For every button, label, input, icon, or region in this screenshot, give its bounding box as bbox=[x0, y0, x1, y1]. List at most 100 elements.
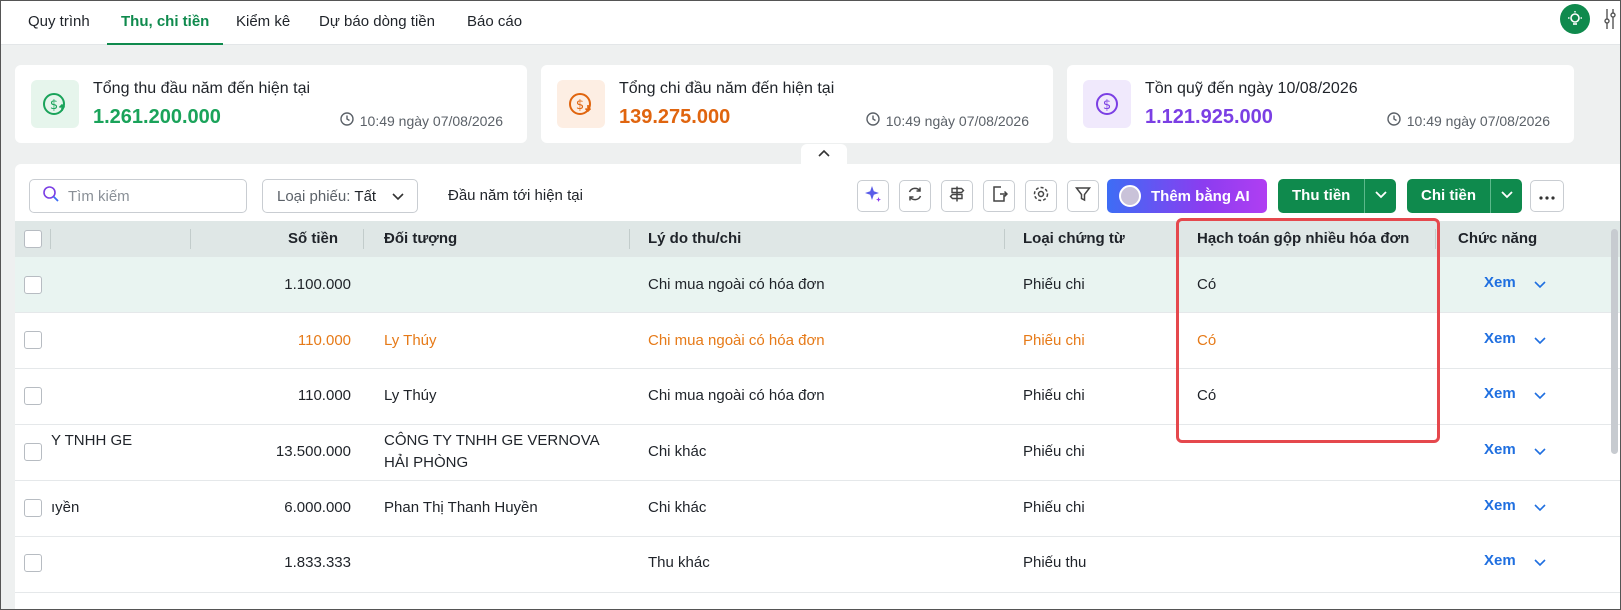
receive-money-button[interactable]: Thu tiền bbox=[1278, 179, 1365, 213]
select-all-checkbox[interactable] bbox=[24, 230, 42, 248]
filter-icon bbox=[1074, 185, 1092, 208]
pay-money-dropdown[interactable] bbox=[1490, 179, 1522, 213]
card-time-text: 10:49 ngày 07/08/2026 bbox=[885, 112, 1029, 129]
receipt-money-icon: $ bbox=[31, 80, 79, 128]
pay-money-split-button: Chi tiền bbox=[1407, 179, 1522, 213]
refresh-icon bbox=[906, 185, 924, 208]
card-amount: 1.121.925.000 bbox=[1145, 106, 1273, 128]
view-link[interactable]: Xem bbox=[1484, 441, 1516, 458]
pay-money-button[interactable]: Chi tiền bbox=[1407, 179, 1490, 213]
row-checkbox[interactable] bbox=[24, 554, 42, 572]
history-clock-icon[interactable] bbox=[339, 111, 355, 130]
chevron-down-icon[interactable] bbox=[1533, 388, 1547, 407]
chevron-down-icon[interactable] bbox=[1533, 444, 1547, 463]
voucher-type-dropdown[interactable]: Loại phiếu: Tất bbox=[262, 179, 418, 213]
row-reason: Chi khác bbox=[648, 499, 707, 516]
more-options-button[interactable] bbox=[1530, 180, 1564, 212]
header-doc-type[interactable]: Loại chứng từ bbox=[1023, 221, 1125, 257]
row-reason: Chi khác bbox=[648, 443, 707, 460]
tab-du-bao-dong-tien[interactable]: Dự báo dòng tiền bbox=[319, 1, 435, 45]
card-amount: 139.275.000 bbox=[619, 106, 731, 128]
table-row[interactable]: 110.000 Ly Thúy Chi mua ngoài có hóa đơn… bbox=[15, 369, 1620, 425]
row-checkbox[interactable] bbox=[24, 276, 42, 294]
signpost-button[interactable] bbox=[941, 180, 973, 212]
settings-button[interactable] bbox=[1025, 180, 1057, 212]
chevron-down-icon[interactable] bbox=[1533, 555, 1547, 574]
row-combined: Có bbox=[1197, 276, 1217, 293]
history-clock-icon[interactable] bbox=[865, 111, 881, 130]
row-object: Ly Thúy bbox=[384, 332, 437, 349]
export-button[interactable] bbox=[983, 180, 1015, 212]
ai-sparkle-button[interactable] bbox=[857, 180, 889, 212]
search-box[interactable] bbox=[29, 179, 247, 213]
tab-kiem-ke[interactable]: Kiểm kê bbox=[236, 1, 290, 45]
top-nav: Quy trình Thu, chi tiền Kiểm kê Dự báo d… bbox=[1, 1, 1620, 45]
chevron-up-icon bbox=[817, 145, 831, 163]
card-amount: 1.261.200.000 bbox=[93, 106, 221, 128]
tab-quy-trinh[interactable]: Quy trình bbox=[28, 1, 90, 45]
row-checkbox[interactable] bbox=[24, 331, 42, 349]
row-doc-type: Phiếu chi bbox=[1023, 443, 1085, 460]
view-link[interactable]: Xem bbox=[1484, 552, 1516, 569]
chevron-down-icon[interactable] bbox=[1533, 333, 1547, 352]
view-link[interactable]: Xem bbox=[1484, 330, 1516, 347]
search-input[interactable] bbox=[68, 187, 228, 205]
view-link[interactable]: Xem bbox=[1484, 497, 1516, 514]
row-object: CÔNG TY TNHH GE VERNOVA bbox=[384, 432, 600, 449]
vertical-scrollbar[interactable] bbox=[1611, 229, 1618, 454]
total-payments-card: $ Tổng chi đầu năm đến hiện tại 139.275.… bbox=[541, 65, 1053, 143]
refresh-button[interactable] bbox=[899, 180, 931, 212]
column-separator bbox=[363, 229, 364, 249]
column-separator bbox=[629, 229, 630, 249]
filter-button[interactable] bbox=[1067, 180, 1099, 212]
card-title: Tổng chi đầu năm đến hiện tại bbox=[619, 80, 835, 97]
row-checkbox[interactable] bbox=[24, 443, 42, 461]
row-doc-type: Phiếu chi bbox=[1023, 499, 1085, 516]
chevron-down-icon[interactable] bbox=[1533, 277, 1547, 296]
sparkle-icon bbox=[863, 184, 883, 209]
header-combined-posting[interactable]: Hạch toán gộp nhiều hóa đơn bbox=[1197, 221, 1409, 257]
row-doc-type: Phiếu thu bbox=[1023, 554, 1087, 571]
chevron-down-icon[interactable] bbox=[1533, 500, 1547, 519]
header-reason[interactable]: Lý do thu/chi bbox=[648, 221, 741, 257]
tab-thu-chi-tien[interactable]: Thu, chi tiền bbox=[107, 1, 224, 45]
ai-search-icon bbox=[42, 185, 60, 208]
row-amount: 13.500.000 bbox=[275, 443, 351, 460]
card-title: Tổng thu đầu năm đến hiện tại bbox=[93, 80, 311, 97]
table-row[interactable]: 1.100.000 Chi mua ngoài có hóa đơn Phiếu… bbox=[15, 257, 1620, 313]
vouchers-panel: Loại phiếu: Tất Đầu năm tới hiện tại Thê… bbox=[15, 164, 1620, 609]
lightbulb-icon[interactable] bbox=[1560, 4, 1590, 34]
column-separator bbox=[190, 229, 191, 249]
header-object[interactable]: Đối tượng bbox=[384, 221, 457, 257]
add-with-ai-button[interactable]: Thêm bằng AI bbox=[1107, 179, 1267, 213]
row-checkbox[interactable] bbox=[24, 387, 42, 405]
header-actions: Chức năng bbox=[1458, 230, 1538, 247]
row-amount: 1.100.000 bbox=[284, 276, 351, 293]
history-clock-icon[interactable] bbox=[1386, 111, 1402, 130]
receive-money-dropdown[interactable] bbox=[1364, 179, 1397, 213]
row-object: Phan Thị Thanh Huyền bbox=[384, 499, 538, 516]
period-filter[interactable]: Đầu năm tới hiện tại bbox=[448, 187, 583, 204]
table-row[interactable]: Y TNHH GE 13.500.000 CÔNG TY TNHH GE VER… bbox=[15, 425, 1620, 481]
table-row[interactable]: ıyền 6.000.000 Phan Thị Thanh Huyền Chi … bbox=[15, 481, 1620, 537]
row-col1: Y TNHH GE bbox=[51, 432, 133, 449]
column-separator bbox=[1435, 229, 1436, 249]
voucher-type-value: Tất bbox=[354, 187, 377, 205]
view-link[interactable]: Xem bbox=[1484, 385, 1516, 402]
row-combined: Có bbox=[1197, 332, 1217, 349]
header-amount[interactable]: Số tiền bbox=[288, 221, 338, 257]
row-checkbox[interactable] bbox=[24, 499, 42, 517]
table-row[interactable]: 110.000 Ly Thúy Chi mua ngoài có hóa đơn… bbox=[15, 313, 1620, 369]
voucher-type-label: Loại phiếu: bbox=[277, 187, 351, 205]
view-link[interactable]: Xem bbox=[1484, 274, 1516, 291]
table-row[interactable]: 1.833.333 Thu khác Phiếu thu Xem bbox=[15, 537, 1620, 593]
row-doc-type: Phiếu chi bbox=[1023, 387, 1085, 404]
row-reason: Chi mua ngoài có hóa đơn bbox=[648, 332, 825, 349]
more-horizontal-icon bbox=[1539, 187, 1555, 205]
collapse-cards-button[interactable] bbox=[801, 144, 847, 164]
settings-sliders-icon[interactable] bbox=[1604, 6, 1620, 32]
column-separator bbox=[1004, 229, 1005, 249]
column-separator bbox=[1178, 229, 1179, 249]
card-title: Tồn quỹ đến ngày 10/08/2026 bbox=[1145, 80, 1358, 97]
tab-bao-cao[interactable]: Báo cáo bbox=[467, 1, 522, 45]
